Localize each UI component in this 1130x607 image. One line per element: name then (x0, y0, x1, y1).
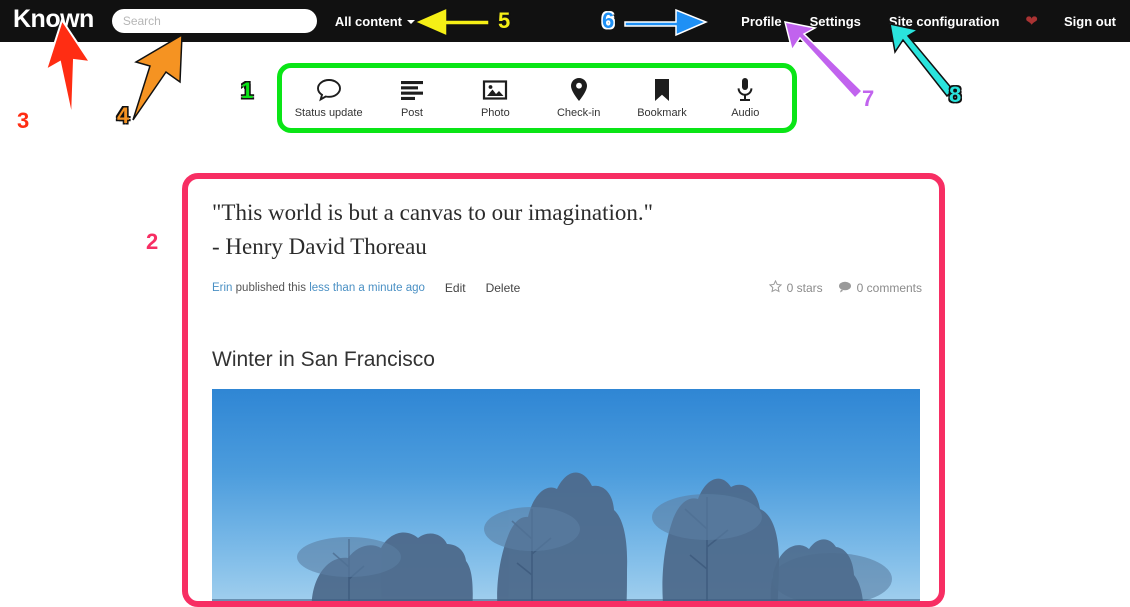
timestamp-link[interactable]: less than a minute ago (309, 282, 425, 294)
map-pin-icon (569, 77, 589, 103)
comments-group[interactable]: 0 comments (838, 281, 922, 296)
all-content-filter[interactable]: All content (335, 14, 415, 29)
post-engagement: 0 stars 0 comments (760, 279, 922, 296)
post-stream: "This world is but a canvas to our imagi… (212, 196, 922, 607)
microphone-icon (736, 77, 754, 103)
photo-post-title[interactable]: Winter in San Francisco (212, 348, 922, 372)
tool-photo[interactable]: Photo (455, 77, 535, 119)
all-content-label: All content (334, 13, 402, 29)
post-byline: Erin published this less than a minute a… (212, 282, 425, 294)
annotation-number-4: 4 (117, 103, 130, 128)
tool-label: Audio (731, 106, 760, 119)
annotation-number-1: 1 (241, 78, 254, 103)
tool-label: Photo (480, 106, 510, 119)
sign-out-link[interactable]: Sign out (1050, 14, 1130, 29)
photo-post-image[interactable] (212, 389, 920, 607)
stars-count: 0 stars (786, 281, 823, 296)
arrow-4 (132, 33, 183, 121)
tool-check-in[interactable]: Check-in (539, 77, 619, 119)
annotation-number-3: 3 (17, 108, 30, 133)
search-input[interactable] (111, 9, 317, 33)
profile-link[interactable]: Profile (727, 14, 795, 29)
comment-bubble-icon (838, 281, 852, 296)
star-icon (768, 279, 782, 296)
published-text: published this (235, 282, 306, 295)
speech-bubble-icon (316, 77, 342, 103)
edit-link[interactable]: Edit (445, 281, 466, 295)
brand-logo[interactable]: Known (13, 7, 94, 35)
heart-icon[interactable]: ❤ (1013, 14, 1050, 29)
top-navbar: Known All content Profile Settings Site … (0, 0, 1130, 42)
post-quote: "This world is but a canvas to our imagi… (212, 196, 922, 296)
tool-label: Post (400, 106, 423, 119)
annotation-number-8: 8 (949, 82, 962, 107)
annotation-number-7: 7 (862, 86, 875, 111)
post-meta-row: Erin published this less than a minute a… (212, 279, 922, 296)
tool-audio[interactable]: Audio (705, 77, 785, 119)
tool-status-update[interactable]: Status update (289, 77, 369, 119)
author-link[interactable]: Erin (212, 282, 232, 294)
text-lines-icon (399, 77, 425, 103)
settings-link[interactable]: Settings (796, 14, 875, 29)
content-type-toolbar: Status update Post Photo Check-in Bookma… (287, 69, 787, 126)
tool-label: Check-in (556, 106, 601, 119)
nav-right-group: Profile Settings Site configuration ❤ Si… (727, 0, 1130, 42)
quote-line-2: - Henry David Thoreau (212, 234, 427, 260)
tool-post[interactable]: Post (372, 77, 452, 119)
bookmark-icon (652, 77, 672, 103)
search-wrapper (111, 9, 317, 33)
site-configuration-link[interactable]: Site configuration (875, 14, 1014, 29)
tool-label: Bookmark (637, 106, 687, 119)
page-root: Known All content Profile Settings Site … (0, 0, 1130, 607)
photo-icon (482, 77, 508, 103)
post-photo: Winter in San Francisco (212, 348, 922, 607)
delete-link[interactable]: Delete (486, 281, 521, 295)
chevron-down-icon (407, 20, 415, 24)
quote-line-1: "This world is but a canvas to our imagi… (212, 200, 654, 225)
tool-bookmark[interactable]: Bookmark (622, 77, 702, 119)
treeline-silhouette (212, 472, 920, 607)
tool-label: Status update (294, 106, 363, 119)
annotation-number-2: 2 (146, 229, 159, 254)
stars-group[interactable]: 0 stars (768, 279, 823, 296)
comments-count: 0 comments (856, 281, 922, 296)
